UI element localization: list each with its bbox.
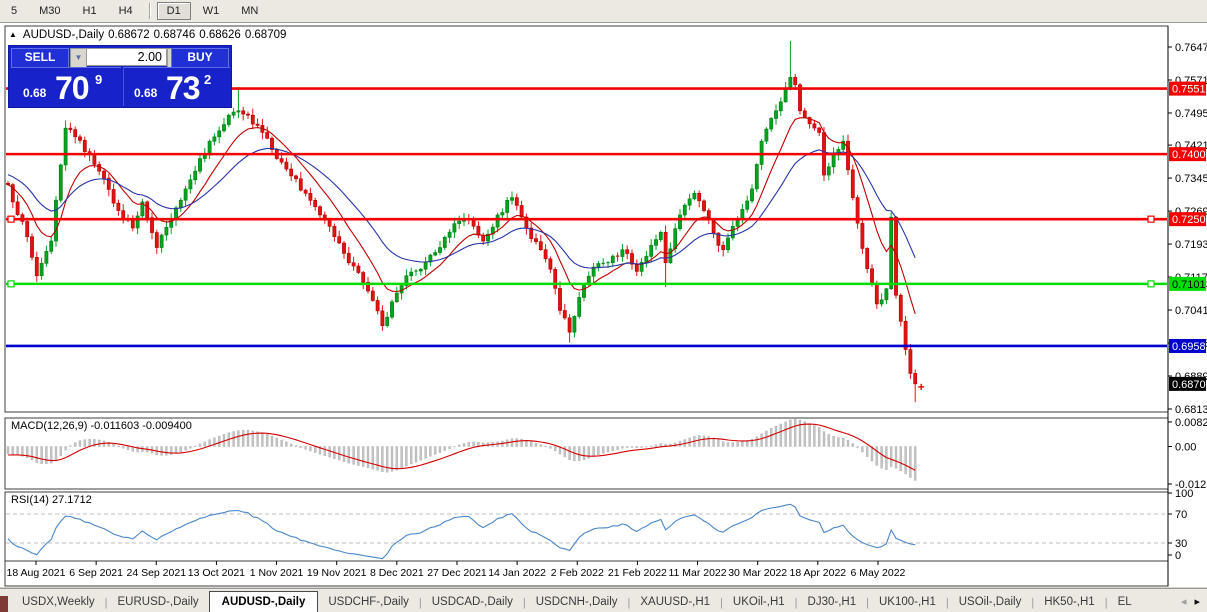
date-label: 18 Aug 2021 <box>7 567 66 579</box>
chart-symbol-label: AUDUSD-,Daily <box>22 29 105 41</box>
up-triangle-icon: ▲ <box>9 30 17 39</box>
rsi-value: 27.1712 <box>51 494 92 506</box>
price-badge-0.72504: 0.72504 <box>1169 212 1207 227</box>
rsi-axis-label: 30 <box>1175 538 1187 550</box>
price-tick-label: 0.73450 <box>1175 173 1207 185</box>
price-badge-text: 0.74002 <box>1172 149 1207 161</box>
price-badge-text: 0.75512 <box>1172 84 1207 96</box>
date-label: 14 Jan 2022 <box>488 567 546 579</box>
price-tick-label: 0.68130 <box>1175 404 1207 416</box>
tab-ukoil-h1[interactable]: UKOil-,H1 <box>723 593 795 612</box>
sell-button[interactable]: SELL <box>11 48 69 68</box>
tab-eurusd-daily[interactable]: EURUSD-,Daily <box>108 593 209 612</box>
buy-price-prefix: 0.68 <box>134 86 158 100</box>
ohlc-open: 0.68672 <box>108 29 150 41</box>
price-tick-label: 0.76470 <box>1175 42 1207 54</box>
toolbar-separator <box>148 3 151 19</box>
price-badge-text: 0.72504 <box>1172 214 1207 226</box>
tab-usdx-weekly[interactable]: USDX,Weekly <box>12 593 105 612</box>
timeframe-button-H1[interactable]: H1 <box>73 2 107 20</box>
tab-uk100-h1[interactable]: UK100-,H1 <box>869 593 946 612</box>
lot-size-input[interactable] <box>86 48 167 66</box>
date-label: 21 Feb 2022 <box>608 567 667 579</box>
chart-ohlc-header: ▲ AUDUSD-,Daily 0.68672 0.68746 0.68626 0.687… <box>9 29 290 41</box>
macd-name: MACD(12,26,9) <box>11 420 88 432</box>
symbol-tab-bar: USDX,Weekly | EURUSD-,Daily AUDUSD-,Daily US… <box>0 588 1207 612</box>
date-label: 6 Sep 2021 <box>69 567 123 579</box>
date-label: 18 Apr 2022 <box>789 567 846 579</box>
price-badge-text: 0.69582 <box>1172 341 1207 353</box>
timeframe-button-5[interactable]: 5 <box>1 2 27 20</box>
date-label: 27 Dec 2021 <box>427 567 487 579</box>
price-badge-text: 0.68709 <box>1172 379 1207 391</box>
tab-scroll-left-icon[interactable]: ◂ <box>1177 595 1191 608</box>
tab-scroll-arrows: ◂ ▸ <box>1177 589 1207 612</box>
buy-button[interactable]: BUY <box>171 48 229 68</box>
date-label: 1 Nov 2021 <box>250 567 304 579</box>
timeframe-button-H4[interactable]: H4 <box>109 2 143 20</box>
date-label: 30 Mar 2022 <box>728 567 787 579</box>
price-badge-0.69582: 0.69582 <box>1169 338 1207 353</box>
sell-price-big: 70 <box>55 70 90 106</box>
buy-price-display[interactable]: 0.68 73 2 <box>123 67 230 106</box>
rsi-pane[interactable] <box>4 491 1169 562</box>
buy-price-pip: 2 <box>204 72 212 87</box>
tab-usdcad-daily[interactable]: USDCAD-,Daily <box>422 593 523 612</box>
macd-axis-label: 0.008217 <box>1175 417 1207 429</box>
rsi-axis-label: 0 <box>1175 550 1181 562</box>
macd-values: -0.011603 -0.009400 <box>90 420 192 432</box>
sell-price-display[interactable]: 0.68 70 9 <box>11 67 121 106</box>
price-tick-label: 0.74950 <box>1175 108 1207 120</box>
macd-indicator-label: MACD(12,26,9) -0.011603 -0.009400 <box>11 420 192 432</box>
ohlc-close: 0.68709 <box>244 29 287 41</box>
price-tick-label: 0.71930 <box>1175 239 1207 251</box>
ohlc-high: 0.68746 <box>153 29 196 41</box>
sell-price-prefix: 0.68 <box>23 86 47 100</box>
sell-price-pip: 9 <box>95 72 103 87</box>
rsi-axis-label: 100 <box>1175 488 1193 500</box>
date-label: 6 May 2022 <box>851 567 906 579</box>
price-badge-0.74002: 0.74002 <box>1169 147 1207 162</box>
date-label: 2 Feb 2022 <box>551 567 604 579</box>
price-axis[interactable]: 0.764700.757100.749500.742100.734500.726… <box>1167 26 1207 586</box>
date-label: 13 Oct 2021 <box>188 567 245 579</box>
price-badge-0.71013: 0.71013 <box>1169 276 1207 291</box>
tab-dj30-h1[interactable]: DJ30-,H1 <box>798 593 867 612</box>
price-badge-0.68709: 0.68709 <box>1169 376 1207 391</box>
rsi-indicator-label: RSI(14) 27.1712 <box>11 494 92 506</box>
lot-decrease-button[interactable]: ▼ <box>70 48 87 68</box>
tab-xauusd-h1[interactable]: XAUUSD-,H1 <box>630 593 720 612</box>
tab-hk50-h1[interactable]: HK50-,H1 <box>1034 593 1105 612</box>
tab-usoil-daily[interactable]: USOil-,Daily <box>949 593 1032 612</box>
chart-region[interactable]: 0.764700.757100.749500.742100.734500.726… <box>0 23 1207 587</box>
buy-price-big: 73 <box>166 70 201 106</box>
tab-usdcnh-daily[interactable]: USDCNH-,Daily <box>526 593 628 612</box>
date-label: 8 Dec 2021 <box>370 567 424 579</box>
macd-axis-label: 0.00 <box>1175 442 1196 454</box>
price-badge-0.75512: 0.75512 <box>1169 81 1207 96</box>
date-label: 24 Sep 2021 <box>126 567 186 579</box>
one-click-trade-panel: SELL ▼ ▲ BUY 0.68 70 9 0.68 73 2 <box>8 45 232 108</box>
tab-el[interactable]: EL <box>1108 593 1142 612</box>
price-badge-text: 0.71013 <box>1172 279 1207 291</box>
timeframe-button-M30[interactable]: M30 <box>29 2 70 20</box>
tab-scroll-right-icon[interactable]: ▸ <box>1190 595 1204 608</box>
timeframe-button-W1[interactable]: W1 <box>193 2 230 20</box>
date-label: 19 Nov 2021 <box>307 567 367 579</box>
tab-bar-edge <box>0 596 8 612</box>
tab-usdchf-daily[interactable]: USDCHF-,Daily <box>318 593 419 612</box>
tab-audusd-daily[interactable]: AUDUSD-,Daily <box>208 591 319 612</box>
ohlc-low: 0.68626 <box>199 29 241 41</box>
tabs-container: USDX,Weekly | EURUSD-,Daily AUDUSD-,Daily US… <box>12 590 1142 612</box>
rsi-name: RSI(14) <box>11 494 49 506</box>
date-label: 11 Mar 2022 <box>668 567 726 579</box>
timeframe-button-MN[interactable]: MN <box>231 2 268 20</box>
price-tick-label: 0.70410 <box>1175 305 1207 317</box>
trading-terminal-window: 5M30H1H4D1W1MN 0.764700.757100.749500.74… <box>0 0 1207 612</box>
timeframe-toolbar: 5 M30 H1 H4 D1 W1 MN <box>0 0 1207 23</box>
rsi-axis-label: 70 <box>1175 509 1187 521</box>
timeframe-button-D1[interactable]: D1 <box>156 2 191 20</box>
